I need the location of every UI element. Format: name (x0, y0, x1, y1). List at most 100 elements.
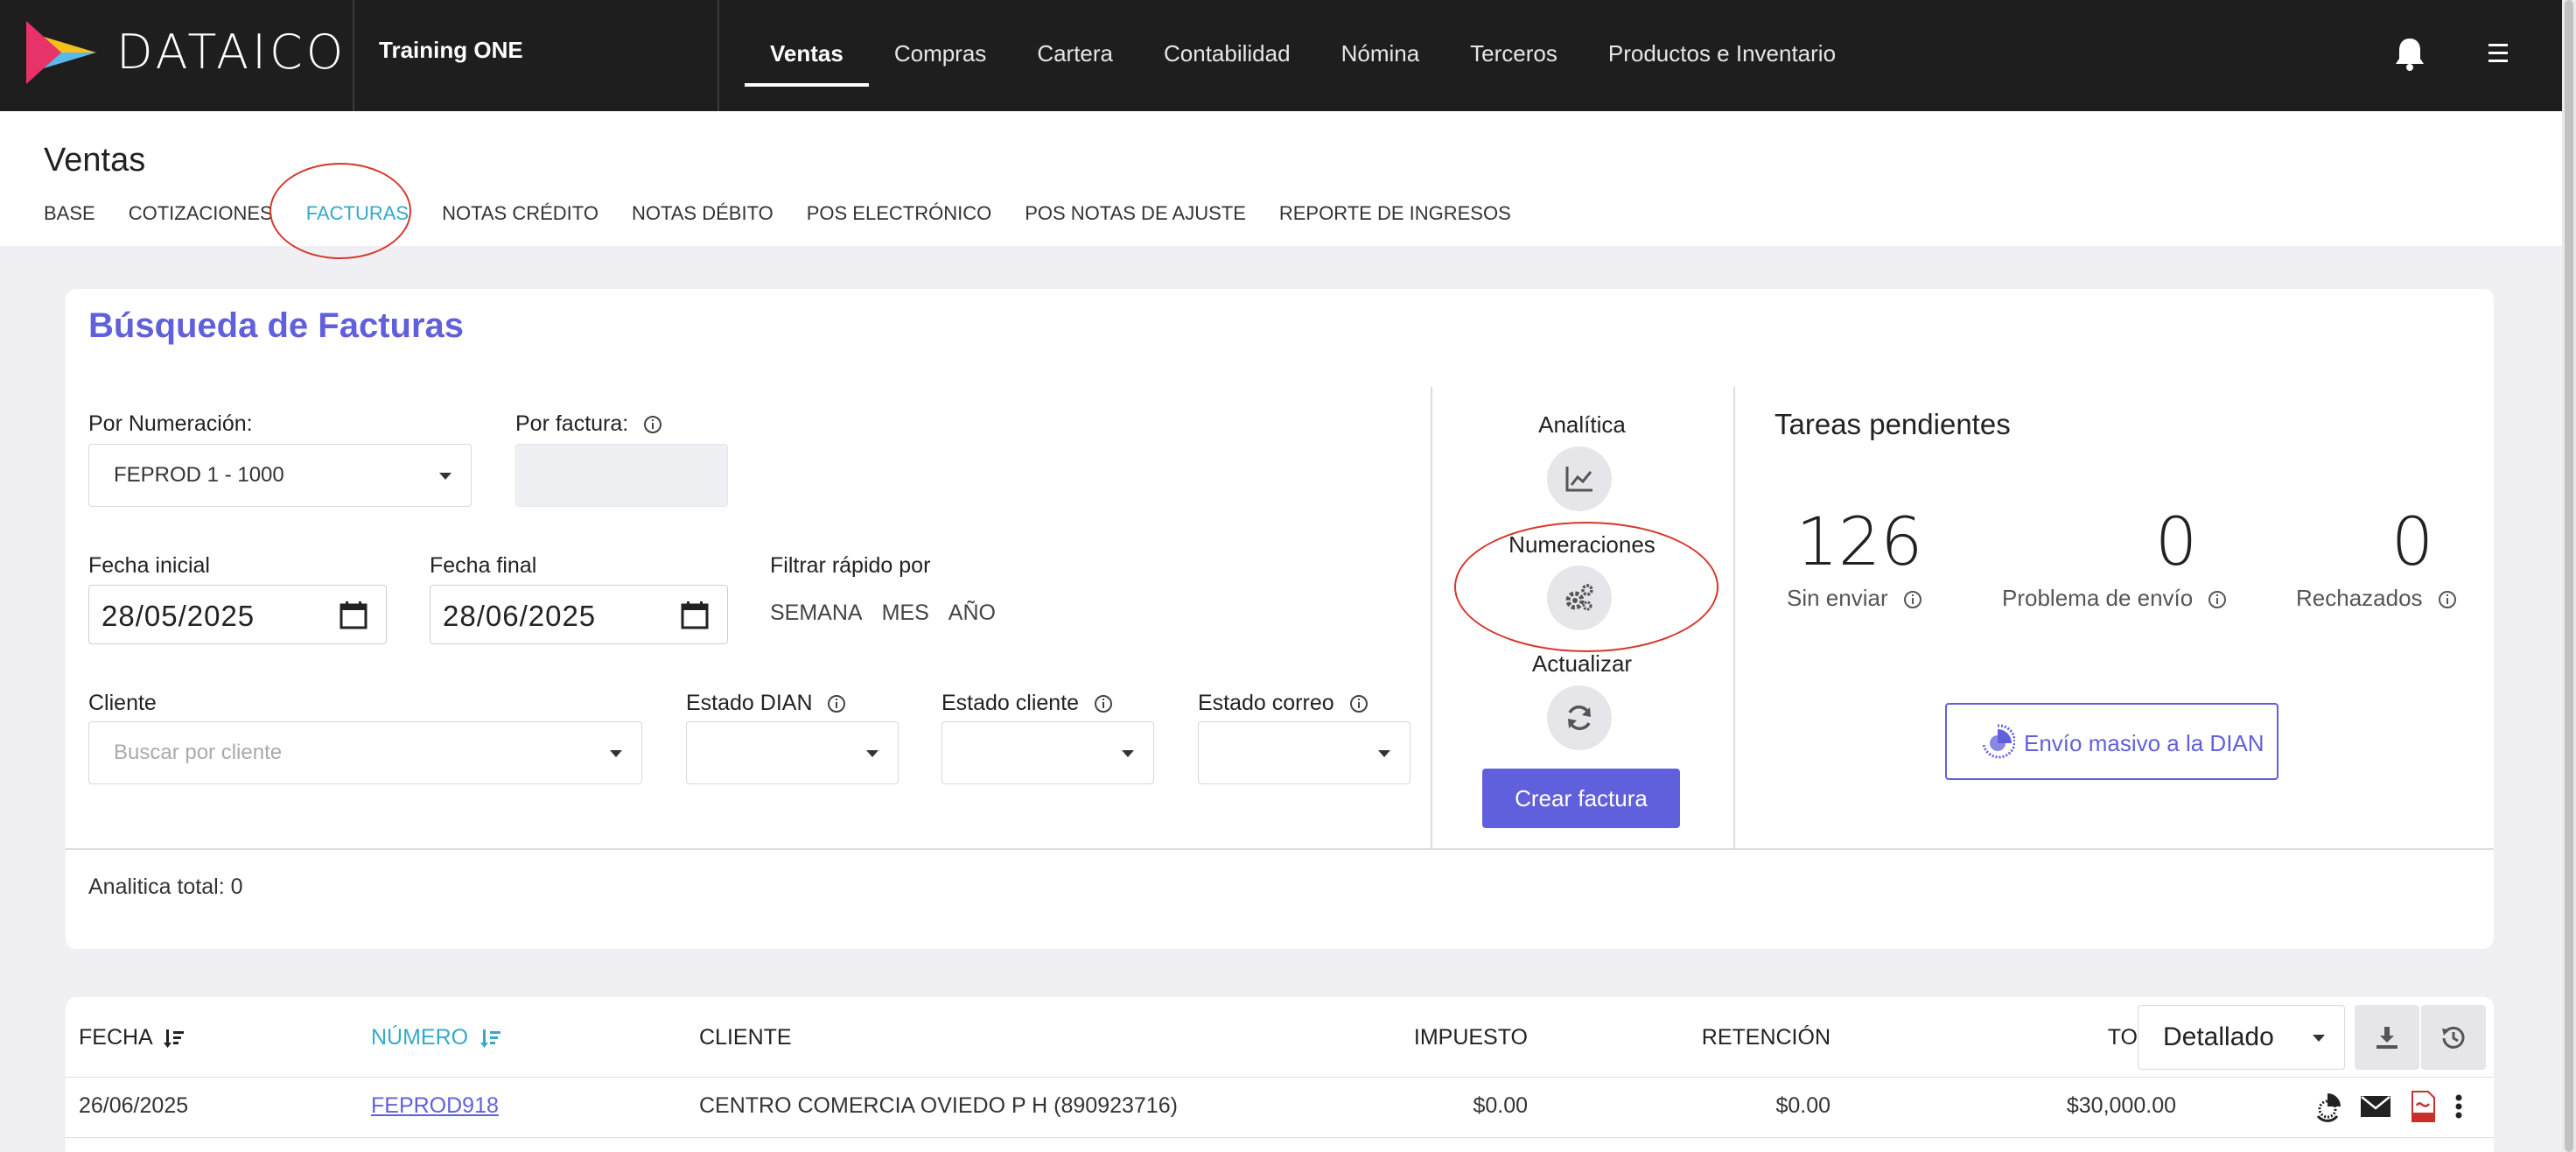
nav-item-compras[interactable]: Compras (869, 0, 1012, 111)
info-icon[interactable] (1903, 590, 1922, 609)
more-options-icon[interactable] (2442, 1090, 2475, 1123)
chart-line-icon (1565, 467, 1592, 492)
calendar-icon[interactable] (339, 601, 368, 630)
invoice-search-card: Búsqueda de Facturas Por Numeración: FEP… (66, 289, 2494, 949)
stat-problema-envio-value[interactable]: 0 (2097, 502, 2255, 580)
sort-desc-icon[interactable] (163, 1027, 186, 1050)
stat-sin-enviar-value[interactable]: 126 (1781, 502, 1938, 580)
factura-label-row: Por factura: (515, 411, 662, 437)
estado-cliente-label-row: Estado cliente (942, 691, 1113, 716)
analitica-button[interactable] (1547, 446, 1612, 511)
quick-filter-mes[interactable]: MES (882, 601, 929, 626)
page-scrollbar[interactable] (2562, 0, 2576, 1152)
nav-item-productos-inventario[interactable]: Productos e Inventario (1583, 0, 1861, 111)
info-icon[interactable] (1349, 694, 1368, 713)
page-title: Ventas (44, 142, 146, 179)
tab-facturas[interactable]: FACTURAS (306, 202, 409, 225)
panel-divider (1431, 387, 1432, 848)
analitica-label: Analítica (1538, 411, 1626, 438)
navbar-divider (353, 0, 354, 111)
company-name[interactable]: Training ONE (379, 37, 523, 64)
pdf-icon[interactable] (2406, 1090, 2440, 1123)
row-fecha: 26/06/2025 (79, 1093, 189, 1118)
numeracion-select[interactable]: FEPROD 1 - 1000 (88, 444, 472, 507)
row-total: $30,000.00 (2066, 1093, 2176, 1118)
actualizar-label: Actualizar (1531, 650, 1633, 677)
main-nav: Ventas Compras Cartera Contabilidad Nómi… (745, 0, 1861, 111)
stat-problema-envio-label-row: Problema de envío (2002, 585, 2227, 612)
col-header-numero[interactable]: NÚMERO (371, 1025, 502, 1050)
tab-pos-electronico[interactable]: POS ELECTRÓNICO (807, 202, 991, 225)
tab-base[interactable]: BASE (44, 202, 95, 225)
refresh-icon (1568, 705, 1591, 731)
fecha-final-input[interactable]: 28/06/2025 (430, 585, 728, 644)
numeracion-label: Por Numeración: (88, 411, 253, 436)
row-cliente: CENTRO COMERCIA OVIEDO P H (890923716) (699, 1093, 1178, 1118)
row-numero-link[interactable]: FEPROD918 (371, 1093, 499, 1119)
tab-pos-notas-ajuste[interactable]: POS NOTAS DE AJUSTE (1025, 202, 1246, 225)
estado-dian-label-row: Estado DIAN (686, 691, 846, 716)
row-impuesto: $0.00 (1473, 1093, 1528, 1118)
estado-dian-select[interactable] (686, 721, 899, 784)
estado-cliente-select[interactable] (942, 721, 1154, 784)
cliente-select[interactable]: Buscar por cliente (88, 721, 642, 784)
brand-name: DATAICO (116, 25, 347, 80)
crear-factura-button[interactable]: Crear factura (1482, 769, 1680, 828)
history-button[interactable] (2421, 1005, 2486, 1070)
scrollbar-thumb[interactable] (2565, 0, 2573, 1152)
hamburger-menu-icon[interactable] (2485, 42, 2513, 65)
info-icon[interactable] (827, 694, 846, 713)
caret-down-icon (439, 473, 452, 480)
nav-item-terceros[interactable]: Terceros (1445, 0, 1583, 111)
bell-icon[interactable] (2394, 37, 2426, 72)
sort-desc-icon[interactable] (480, 1027, 502, 1050)
section-tabs: BASE COTIZACIONES FACTURAS NOTAS CRÉDITO… (44, 202, 1511, 225)
navbar-divider (718, 0, 719, 111)
row-retencion: $0.00 (1775, 1093, 1830, 1118)
quick-filter-ano[interactable]: AÑO (948, 601, 996, 626)
estado-correo-select[interactable] (1198, 721, 1410, 784)
col-header-impuesto: IMPUESTO (1413, 1025, 1528, 1050)
dian-status-icon[interactable] (2311, 1090, 2344, 1123)
envio-masivo-dian-button[interactable]: Envío masivo a la DIAN (1945, 703, 2278, 780)
calendar-icon[interactable] (680, 601, 710, 630)
tab-cotizaciones[interactable]: COTIZACIONES (129, 202, 273, 225)
nav-item-cartera[interactable]: Cartera (1012, 0, 1138, 111)
nav-item-ventas[interactable]: Ventas (745, 0, 869, 111)
info-icon[interactable] (1094, 694, 1113, 713)
info-icon[interactable] (643, 415, 662, 434)
caret-down-icon (2313, 1035, 2325, 1042)
factura-label: Por factura: (515, 411, 629, 436)
nav-item-nomina[interactable]: Nómina (1316, 0, 1446, 111)
tab-notas-credito[interactable]: NOTAS CRÉDITO (442, 202, 598, 225)
history-icon (2442, 1026, 2465, 1049)
top-navbar: DATAICO Training ONE Ventas Compras Cart… (0, 0, 2576, 111)
caret-down-icon (1122, 750, 1134, 757)
view-mode-select[interactable]: Detallado (2138, 1005, 2345, 1070)
quick-filter-semana[interactable]: SEMANA (770, 601, 863, 626)
col-header-fecha-label: FECHA (79, 1025, 152, 1050)
actualizar-button[interactable] (1547, 685, 1612, 750)
fecha-inicial-value: 28/05/2025 (102, 600, 256, 632)
info-icon[interactable] (2438, 590, 2457, 609)
tab-notas-debito[interactable]: NOTAS DÉBITO (632, 202, 774, 225)
col-header-fecha[interactable]: FECHA (79, 1025, 186, 1050)
dataico-logo-icon[interactable] (26, 21, 96, 84)
tab-reporte-ingresos[interactable]: REPORTE DE INGRESOS (1279, 202, 1511, 225)
card-divider (66, 848, 2494, 850)
caret-down-icon (1378, 750, 1390, 757)
caret-down-icon (866, 750, 878, 757)
stat-rechazados-value[interactable]: 0 (2334, 502, 2491, 580)
estado-dian-label: Estado DIAN (686, 691, 813, 715)
fecha-inicial-label: Fecha inicial (88, 553, 210, 578)
email-icon[interactable] (2359, 1090, 2392, 1123)
fecha-final-value: 28/06/2025 (443, 600, 597, 632)
nav-item-contabilidad[interactable]: Contabilidad (1138, 0, 1316, 111)
numeraciones-button[interactable] (1547, 565, 1612, 630)
info-icon[interactable] (2208, 590, 2227, 609)
stat-sin-enviar-label-row: Sin enviar (1787, 585, 1922, 612)
fecha-inicial-input[interactable]: 28/05/2025 (88, 585, 387, 644)
download-button[interactable] (2355, 1005, 2419, 1070)
col-header-numero-label: NÚMERO (371, 1025, 469, 1050)
factura-input[interactable] (515, 444, 728, 507)
